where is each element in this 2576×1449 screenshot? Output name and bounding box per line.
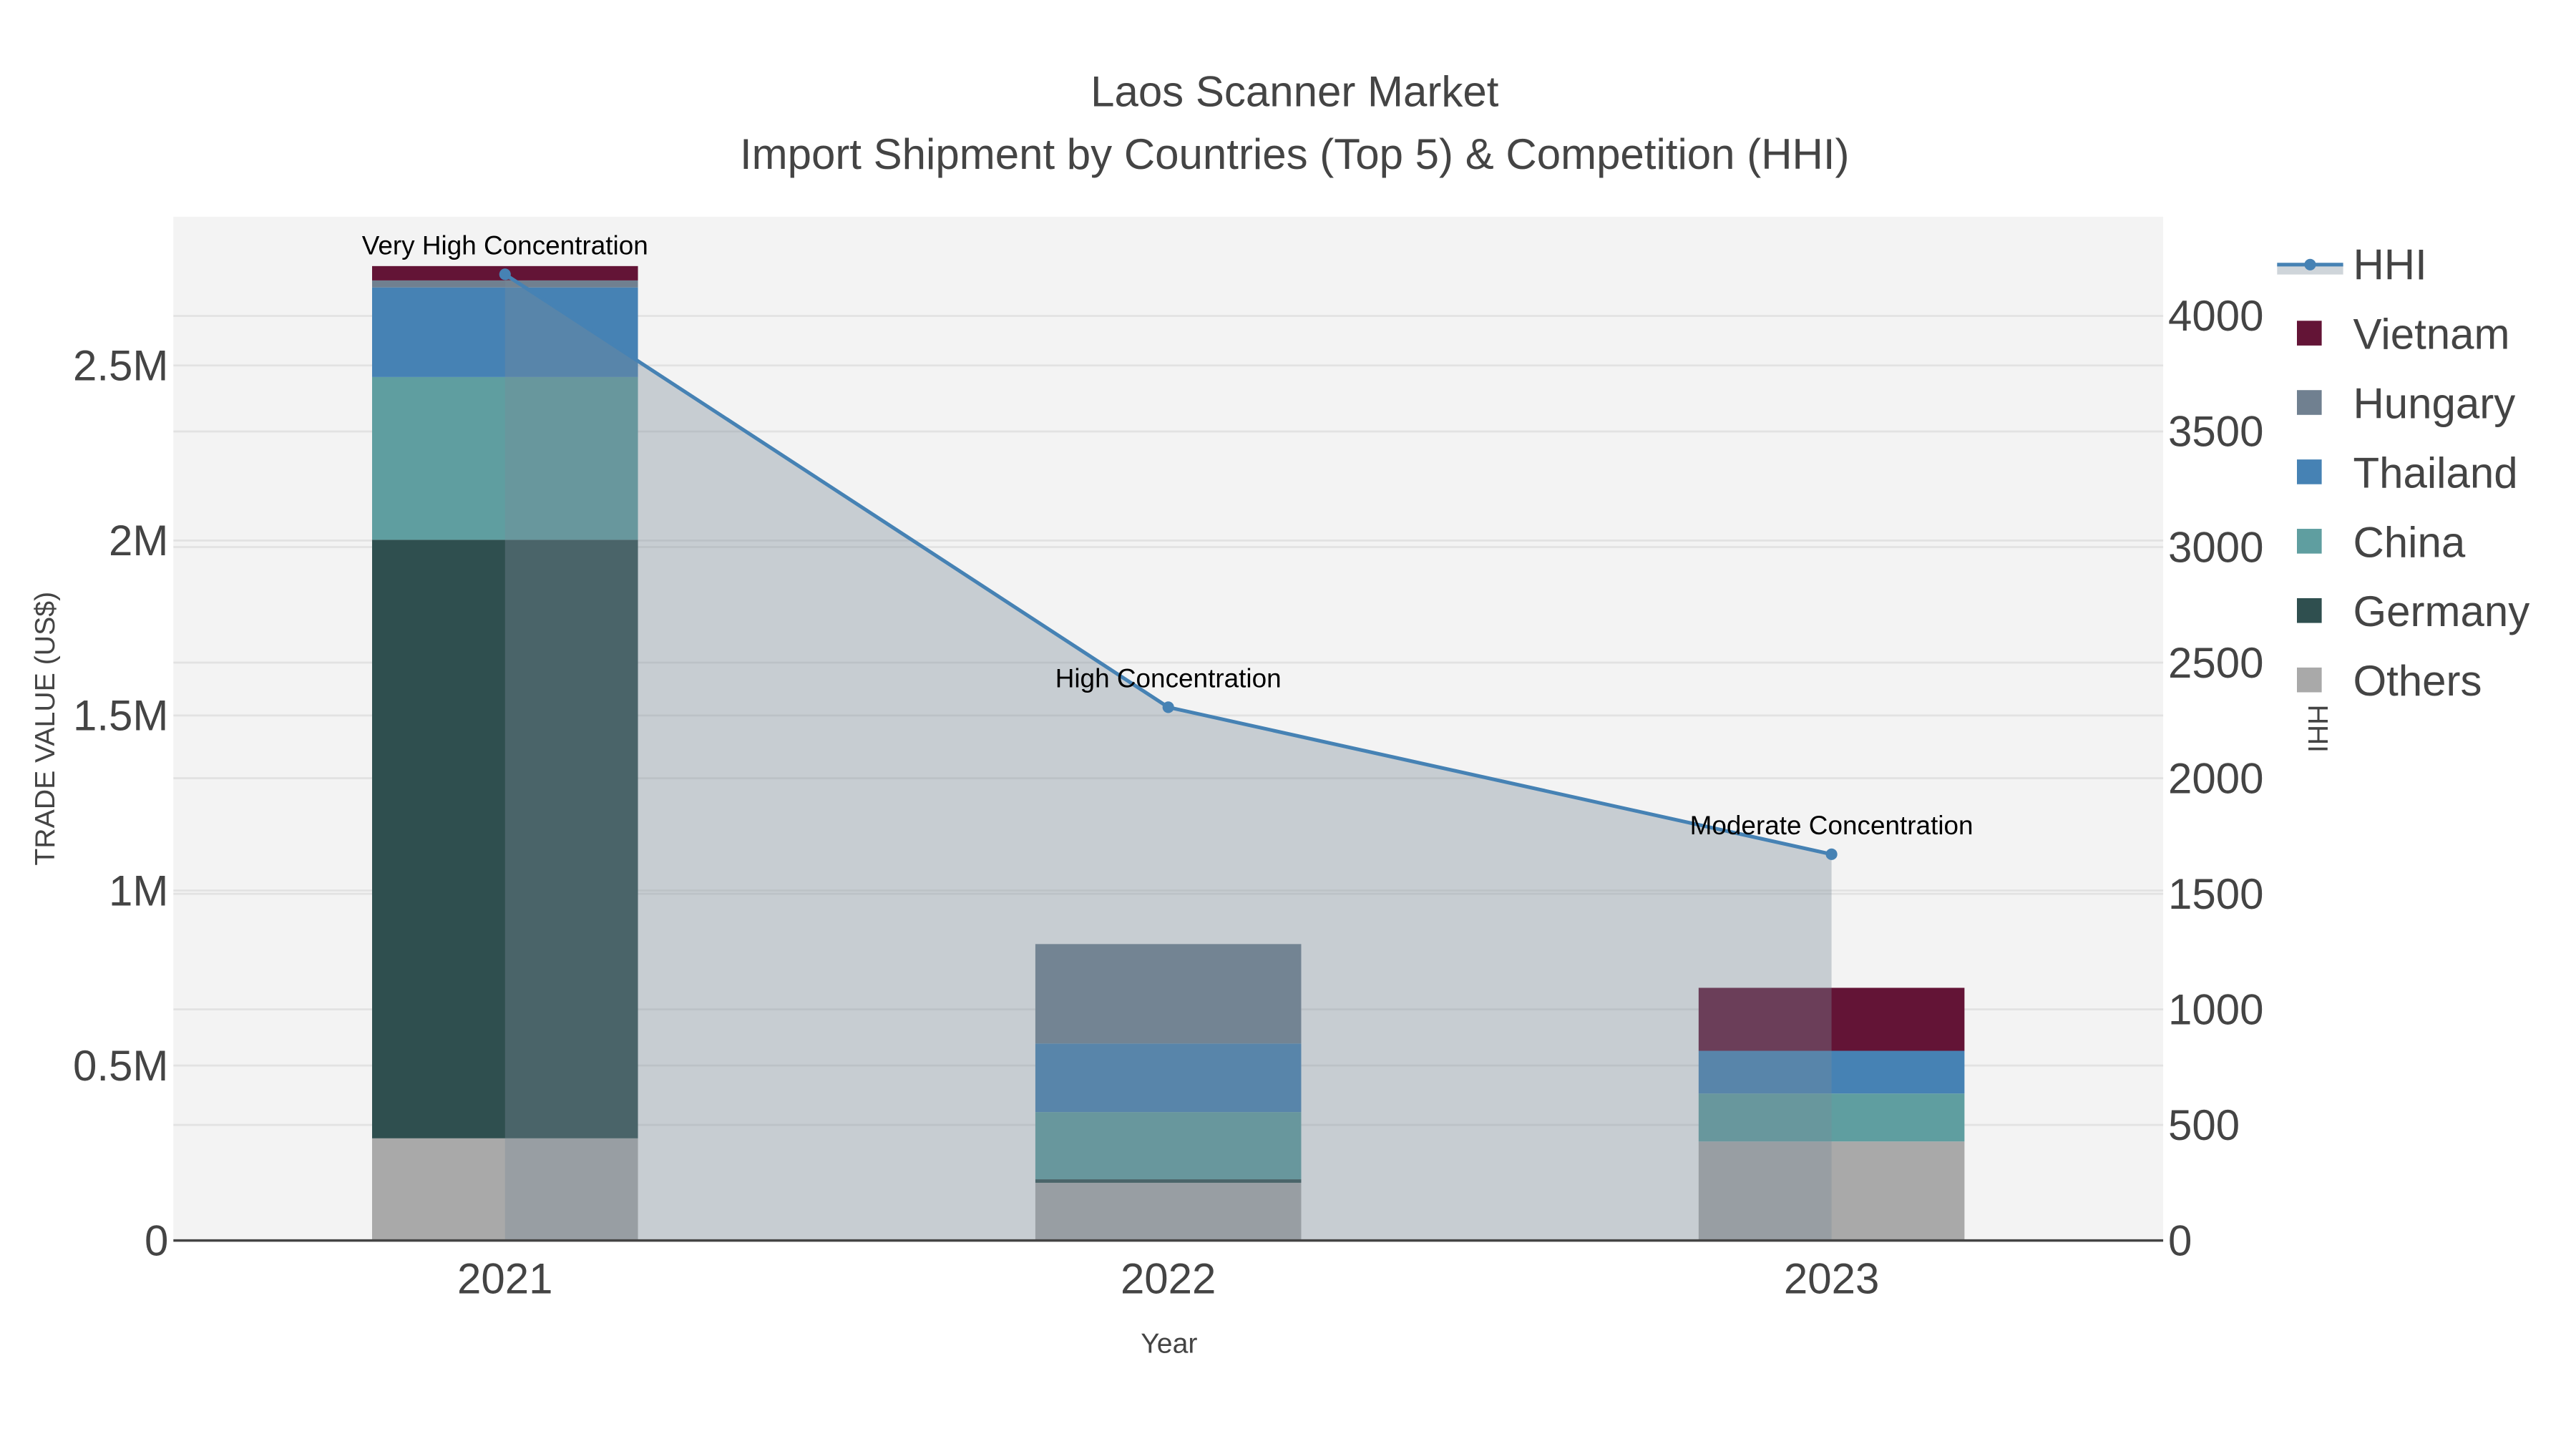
bar-hungary-2021 [372,280,638,288]
y2-tick-label: 4000 [2168,292,2263,340]
legend-swatch-china [2297,529,2322,554]
hhi-annotation: Very High Concentration [362,231,648,260]
y-tick-label: 1M [109,867,168,914]
y2-tick-label: 2500 [2168,639,2263,687]
y2-tick-label: 500 [2168,1101,2240,1149]
legend-label-germany: Germany [2353,587,2529,635]
y-tick-label: 0 [145,1216,168,1264]
x-tick-label: 2021 [457,1255,552,1303]
y2-tick-label: 3000 [2168,523,2263,571]
x-axis-title: Year [1141,1328,1197,1360]
y2-tick-label: 1000 [2168,985,2263,1033]
legend-swatch-thailand [2297,459,2322,484]
legend-hhi-marker-icon [2304,258,2316,270]
chart-title: Laos Scanner Market [1091,67,1499,115]
legend-label-thailand: Thailand [2353,449,2517,497]
x-tick-label: 2023 [1784,1255,1879,1303]
legend-label-hhi: HHI [2353,241,2426,289]
legend-label-vietnam: Vietnam [2353,310,2509,358]
hhi-point [499,268,511,280]
y-tick-label: 2.5M [73,342,168,390]
y-axis-title: TRADE VALUE (US$) [29,592,61,866]
y-tick-label: 1.5M [73,692,168,740]
hhi-annotation: Moderate Concentration [1690,811,1974,840]
legend-swatch-vietnam [2297,321,2322,346]
legend-label-china: China [2353,518,2465,566]
y-tick-label: 0.5M [73,1042,168,1090]
legend-swatch-hungary [2297,390,2322,415]
hhi-point [1825,848,1838,860]
y2-axis-title: HHI [2302,704,2333,753]
y2-tick-label: 2000 [2168,754,2263,802]
y-tick-label: 2M [109,517,168,565]
y2-tick-label: 0 [2168,1216,2192,1264]
legend-label-others: Others [2353,657,2482,705]
legend-swatch-germany [2297,597,2322,623]
y2-tick-label: 1500 [2168,870,2263,918]
legend-label-hungary: Hungary [2353,379,2515,427]
chart: Very High Concentration High Concentratio… [0,0,2576,1449]
legend-swatch-others [2297,667,2322,693]
hhi-point [1162,701,1174,713]
y2-tick-label: 3500 [2168,408,2263,456]
x-tick-label: 2022 [1121,1255,1216,1303]
chart-subtitle: Import Shipment by Countries (Top 5) & C… [740,130,1850,178]
hhi-annotation: High Concentration [1055,664,1282,693]
